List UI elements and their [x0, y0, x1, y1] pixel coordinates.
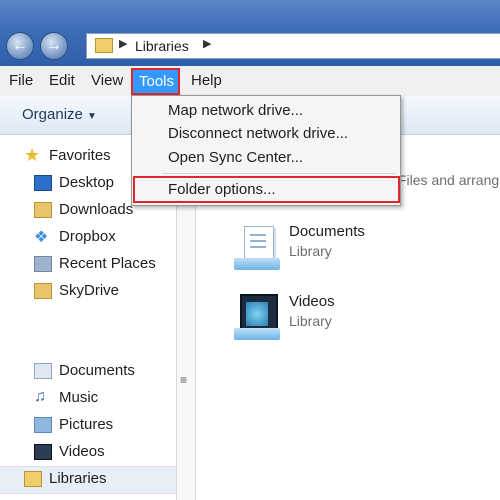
sidebar-item-label: Favorites: [49, 147, 111, 164]
sidebar-item-music[interactable]: ♫ Music: [0, 387, 176, 411]
documents-library-icon: [234, 224, 280, 272]
skydrive-folder-icon: [34, 283, 52, 299]
dropbox-icon: ❖: [34, 229, 49, 246]
sidebar-item-label: Music: [59, 389, 99, 406]
sidebar-item-label: SkyDrive: [59, 282, 120, 299]
libraries-folder-icon: [95, 38, 113, 53]
organize-label: Organize: [22, 106, 83, 123]
sidebar-item-label: Downloads: [59, 201, 134, 218]
menu-item-open-sync-center[interactable]: Open Sync Center...: [168, 149, 303, 166]
library-name: Videos: [289, 293, 335, 310]
menu-item-disconnect-network-drive[interactable]: Disconnect network drive...: [168, 125, 348, 142]
videos-icon: [34, 444, 52, 460]
sidebar-item-videos[interactable]: Videos: [0, 441, 176, 465]
sidebar-item-skydrive[interactable]: SkyDrive: [0, 280, 176, 304]
documents-icon: [34, 363, 52, 379]
sidebar-item-recent-places[interactable]: Recent Places: [0, 253, 176, 277]
menu-view[interactable]: View: [91, 72, 123, 89]
forward-arrow-icon: →: [46, 37, 62, 54]
sidebar-item-label: Dropbox: [59, 228, 116, 245]
sidebar-item-pictures[interactable]: Pictures: [0, 414, 176, 438]
music-icon: ♫: [34, 388, 46, 405]
breadcrumb-arrow-icon[interactable]: ▶: [203, 37, 211, 50]
window-titlebar: ← → ▶ Libraries ▶: [0, 0, 500, 66]
breadcrumb-arrow-icon[interactable]: ▶: [119, 37, 127, 50]
sidebar-item-documents[interactable]: Documents: [0, 360, 176, 384]
recent-places-icon: [34, 256, 52, 272]
address-path[interactable]: Libraries: [135, 38, 189, 54]
library-hint-text: Files and arrang: [398, 172, 500, 188]
sidebar-item-label: Desktop: [59, 174, 115, 191]
menu-item-folder-options[interactable]: Folder options...: [168, 181, 276, 198]
menu-separator: [162, 173, 396, 174]
tools-dropdown-menu: Map network drive... Disconnect network …: [131, 95, 401, 206]
menu-file[interactable]: File: [9, 72, 33, 89]
organize-button[interactable]: Organize ▼: [22, 106, 97, 123]
sidebar-item-label: Libraries: [49, 470, 107, 487]
address-bar[interactable]: ▶ Libraries ▶: [86, 33, 500, 59]
menu-help[interactable]: Help: [191, 72, 222, 89]
forward-button[interactable]: →: [40, 32, 68, 60]
grip-icon: ≡: [180, 373, 188, 387]
videos-library-icon: [234, 294, 280, 342]
libraries-icon: [24, 471, 42, 487]
back-arrow-icon: ←: [12, 37, 28, 54]
menu-item-map-network-drive[interactable]: Map network drive...: [168, 102, 303, 119]
sidebar-item-dropbox[interactable]: ❖ Dropbox: [0, 226, 176, 250]
desktop-icon: [34, 175, 52, 191]
menu-edit[interactable]: Edit: [49, 72, 75, 89]
library-type: Library: [289, 313, 332, 329]
sidebar-item-label: Pictures: [59, 416, 114, 433]
chevron-down-icon: ▼: [87, 111, 97, 122]
downloads-icon: [34, 202, 52, 218]
library-name: Documents: [289, 223, 365, 240]
star-icon: ★: [24, 145, 41, 165]
menu-bar: File Edit View Help: [0, 66, 500, 96]
sidebar-item-label: Documents: [59, 362, 135, 379]
sidebar-libraries[interactable]: Libraries: [0, 466, 176, 494]
pictures-icon: [34, 417, 52, 433]
library-type: Library: [289, 243, 332, 259]
back-button[interactable]: ←: [6, 32, 34, 60]
menu-tools[interactable]: Tools: [139, 73, 174, 90]
library-item-documents[interactable]: Documents Library: [220, 220, 490, 276]
sidebar-item-label: Videos: [59, 443, 105, 460]
library-item-videos[interactable]: Videos Library: [220, 290, 490, 346]
sidebar-item-label: Recent Places: [59, 255, 156, 272]
